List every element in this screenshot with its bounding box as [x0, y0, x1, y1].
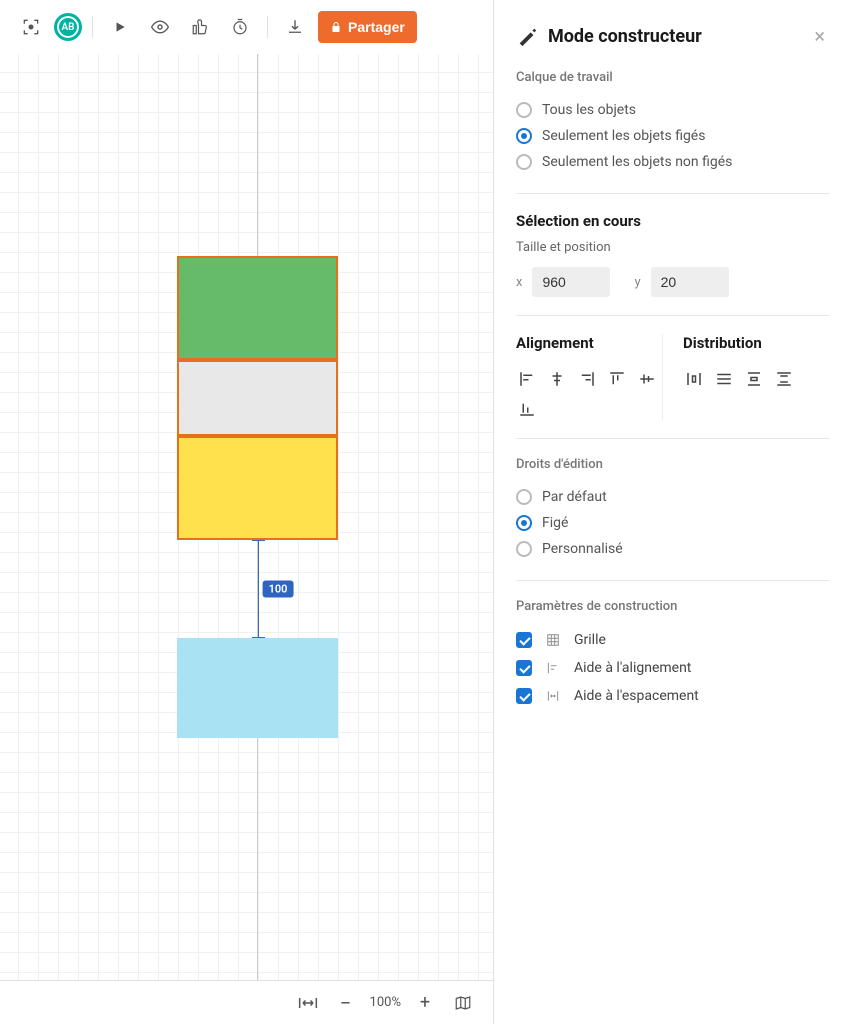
align-top-icon[interactable]: [606, 368, 628, 390]
build-params-label: Paramètres de construction: [516, 599, 829, 614]
zoom-in-icon[interactable]: +: [411, 989, 439, 1017]
share-button[interactable]: Partager: [318, 11, 417, 43]
zoom-out-icon[interactable]: −: [332, 989, 360, 1017]
radio-unfixed-objects[interactable]: Seulement les objets non figés: [516, 149, 829, 175]
radio-icon: [516, 515, 532, 531]
align-right-icon[interactable]: [576, 368, 598, 390]
selection-label: Sélection en cours: [516, 212, 829, 230]
distribute-space-icon[interactable]: [773, 368, 795, 390]
lock-icon: [330, 21, 342, 33]
panel-title: Mode constructeur: [548, 26, 800, 47]
y-input[interactable]: [651, 267, 729, 297]
y-label: y: [634, 275, 640, 290]
share-button-label: Partager: [348, 19, 405, 35]
distribute-v-icon[interactable]: [743, 368, 765, 390]
focus-icon[interactable]: [14, 10, 48, 44]
align-bottom-icon[interactable]: [516, 398, 538, 420]
yellow-block[interactable]: [177, 436, 338, 540]
align-left-icon[interactable]: [516, 368, 538, 390]
dimension-cap-bottom: [252, 637, 265, 638]
align-center-v-icon[interactable]: [636, 368, 658, 390]
green-block[interactable]: [177, 256, 338, 360]
check-grid[interactable]: Grille: [516, 626, 829, 654]
gray-block[interactable]: [177, 360, 338, 436]
radio-icon: [516, 102, 532, 118]
working-layer-label: Calque de travail: [516, 70, 829, 85]
alignment-label: Alignement: [516, 334, 662, 352]
close-icon[interactable]: ×: [810, 20, 829, 52]
radio-icon: [516, 541, 532, 557]
eye-icon[interactable]: [143, 10, 177, 44]
grid-icon: [544, 633, 562, 647]
align-help-icon: [544, 661, 562, 675]
space-help-icon: [544, 689, 562, 703]
checkbox-icon: [516, 688, 532, 704]
radio-icon: [516, 154, 532, 170]
avatar[interactable]: AB: [54, 13, 82, 41]
dimension-line: [258, 540, 259, 638]
radio-default[interactable]: Par défaut: [516, 484, 829, 510]
radio-fixed[interactable]: Figé: [516, 510, 829, 536]
map-icon[interactable]: [449, 989, 477, 1017]
distribute-center-icon[interactable]: [713, 368, 735, 390]
size-pos-label: Taille et position: [516, 240, 829, 255]
radio-all-objects[interactable]: Tous les objets: [516, 97, 829, 123]
fit-width-icon[interactable]: [294, 989, 322, 1017]
x-input[interactable]: [532, 267, 610, 297]
bottom-bar: − 100% +: [0, 980, 493, 1024]
top-toolbar: AB Partager: [0, 0, 493, 54]
radio-fixed-objects[interactable]: Seulement les objets figés: [516, 123, 829, 149]
radio-custom[interactable]: Personnalisé: [516, 536, 829, 562]
edit-rights-label: Droits d'édition: [516, 457, 829, 472]
play-icon[interactable]: [103, 10, 137, 44]
check-space-help[interactable]: Aide à l'espacement: [516, 682, 829, 710]
canvas-area: AB Partager: [0, 0, 494, 1024]
checkbox-icon: [516, 660, 532, 676]
checkbox-icon: [516, 632, 532, 648]
zoom-label: 100%: [370, 995, 401, 1010]
dimension-cap-top: [252, 540, 265, 541]
builder-icon: [516, 25, 538, 47]
check-align-help[interactable]: Aide à l'alignement: [516, 654, 829, 682]
dimension-label: 100: [263, 581, 294, 598]
download-icon[interactable]: [278, 10, 312, 44]
distribute-h-icon[interactable]: [683, 368, 705, 390]
distribution-label: Distribution: [683, 334, 829, 352]
cyan-block[interactable]: [177, 638, 338, 738]
radio-icon: [516, 489, 532, 505]
thumbs-up-icon[interactable]: [183, 10, 217, 44]
align-center-h-icon[interactable]: [546, 368, 568, 390]
timer-icon[interactable]: [223, 10, 257, 44]
side-panel: Mode constructeur × Calque de travail To…: [494, 0, 851, 1024]
radio-icon: [516, 128, 532, 144]
x-label: x: [516, 275, 522, 290]
